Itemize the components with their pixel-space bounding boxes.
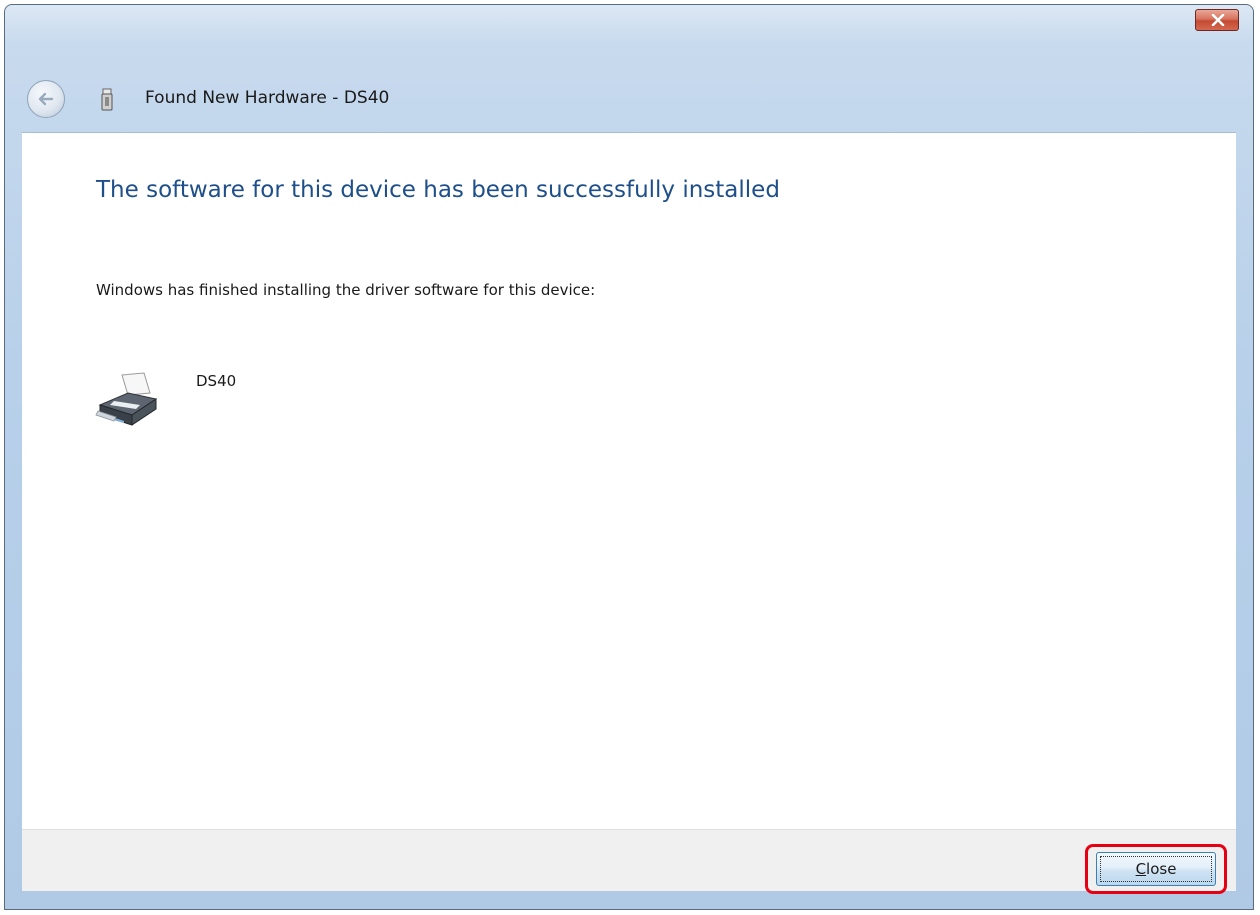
dialog-footer: Close xyxy=(22,829,1236,894)
status-message: Windows has finished installing the driv… xyxy=(96,281,596,299)
close-button-label: lose xyxy=(1146,860,1177,878)
page-title: The software for this device has been su… xyxy=(96,177,780,203)
close-button-mnemonic: C xyxy=(1135,860,1147,878)
title-row: Found New Hardware - DS40 xyxy=(5,75,1253,123)
printer-icon xyxy=(95,372,158,426)
dialog-window: Found New Hardware - DS40 The software f… xyxy=(4,4,1254,910)
back-button[interactable] xyxy=(27,80,65,118)
usb-device-icon xyxy=(101,88,113,111)
content-panel: The software for this device has been su… xyxy=(22,132,1236,830)
close-icon xyxy=(1211,14,1225,26)
window-title: Found New Hardware - DS40 xyxy=(145,88,390,108)
close-button[interactable]: Close xyxy=(1096,852,1216,886)
device-name: DS40 xyxy=(196,372,237,390)
back-arrow-icon xyxy=(38,92,54,106)
window-close-button[interactable] xyxy=(1195,9,1239,31)
